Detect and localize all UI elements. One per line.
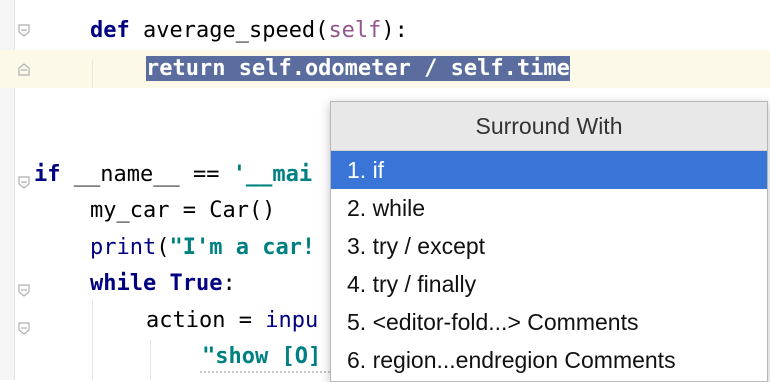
code-token: "show [O] (202, 344, 322, 369)
indent-guide (92, 300, 93, 380)
selected-code: return self.odometer / self.time (146, 56, 570, 81)
fold-marker-icon[interactable] (17, 24, 31, 38)
code-token: print (90, 235, 157, 260)
code-line[interactable]: return self.odometer / self.time (146, 50, 570, 88)
code-token: ( (156, 235, 170, 260)
fold-marker-icon[interactable] (17, 322, 31, 336)
indent-guide (92, 60, 93, 88)
code-token: self (328, 18, 382, 43)
code-line[interactable]: if __name__ == '__mai (34, 156, 312, 194)
fold-end-marker-icon[interactable] (17, 62, 31, 76)
code-token: __name__ == (60, 162, 233, 187)
code-token: '__mai (232, 162, 313, 187)
surround-with-popup: Surround With 1. if 2. while 3. try / exce… (330, 101, 768, 382)
surround-option[interactable]: 3. try / except (331, 227, 767, 265)
indent-guide (150, 340, 151, 380)
code-token: my_car = Car() (90, 198, 276, 223)
code-token: inpu (265, 308, 319, 333)
code-token: average_speed( (129, 18, 329, 43)
code-token: "I'm a car! (169, 235, 316, 260)
code-line[interactable]: action = inpu (146, 302, 318, 340)
code-line[interactable]: def average_speed(self): (90, 12, 408, 50)
surround-option[interactable]: 1. if (331, 151, 767, 189)
warning-underline (200, 368, 330, 373)
surround-option[interactable]: 6. region...endregion Comments (331, 341, 767, 379)
code-token: action = (146, 308, 266, 333)
popup-title: Surround With (331, 102, 767, 151)
surround-option[interactable]: 4. try / finally (331, 265, 767, 303)
code-token: while (90, 271, 157, 296)
code-token: if (34, 162, 61, 187)
code-token: ): (381, 18, 408, 43)
surround-option[interactable]: 5. <editor-fold...> Comments (331, 303, 767, 341)
surround-option[interactable]: 2. while (331, 189, 767, 227)
fold-marker-icon[interactable] (17, 284, 31, 298)
popup-list: 1. if 2. while 3. try / except 4. try / fin… (331, 151, 767, 379)
code-token: True (169, 271, 223, 296)
code-token: def (90, 18, 130, 43)
code-line[interactable]: while True: (90, 265, 236, 303)
fold-marker-icon[interactable] (17, 176, 31, 190)
code-line[interactable]: my_car = Car() (90, 192, 275, 230)
code-token: : (222, 271, 236, 296)
code-line[interactable]: print("I'm a car! (90, 229, 315, 267)
